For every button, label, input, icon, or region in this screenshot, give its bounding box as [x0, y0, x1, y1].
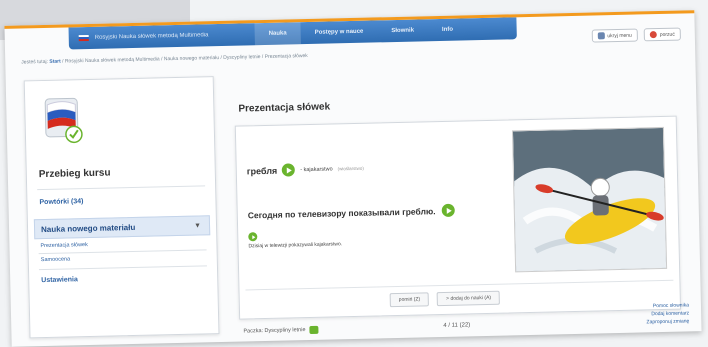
word-russian: гребля [246, 165, 278, 176]
add-to-learning-button[interactable]: > dodaj do nauki (A) [437, 290, 501, 307]
abandon-label: porzuć [659, 31, 675, 38]
suggest-change-link[interactable]: Zaproponuj zmianę [559, 317, 689, 328]
hide-menu-button[interactable]: ukryj menu [591, 28, 638, 43]
breadcrumb-start-link[interactable]: Start [49, 59, 61, 65]
kayak-photo [511, 126, 668, 273]
footer-links: Pomoc słownika Dodaj komentarz Zaproponu… [559, 301, 690, 328]
chevron-down-icon: ▼ [194, 221, 202, 230]
word-extra: (wioślarstwo) [337, 165, 364, 172]
word-presentation-panel: гребля - kajakarstwo (wioślarstwo) Сегод… [234, 115, 682, 320]
tab-info[interactable]: Info [428, 18, 467, 41]
sidebar-item-label: Nauka nowego materiału [40, 222, 136, 234]
course-sidebar: Przebieg kursu Powtórki (34) Nauka noweg… [23, 76, 220, 339]
hide-menu-label: ukryj menu [607, 32, 632, 39]
tab-slownik[interactable]: Słownik [377, 19, 428, 42]
word-polish: - kajakarstwo [300, 165, 333, 173]
pager: 4 / 11 (22) [443, 322, 471, 329]
app-window: Rosyjski Nauka słówek metodą Multimedia … [4, 10, 702, 347]
package-badge-icon [309, 325, 319, 335]
breadcrumb-path[interactable]: / Rosyjski Nauka słówek metodą Multimedi… [62, 53, 308, 65]
divider [245, 279, 674, 291]
top-navigation-bar: Rosyjski Nauka słówek metodą Multimedia … [68, 17, 517, 50]
sidebar-item-new-material[interactable]: Nauka nowego materiału ▼ [33, 215, 211, 240]
sentence-russian: Сегодня по телевизору показывали греблю. [247, 205, 436, 220]
play-audio-icon[interactable] [282, 163, 296, 177]
course-title: Rosyjski Nauka słówek metodą Multimedia [94, 32, 209, 41]
breadcrumb-prefix: Jesteś tutaj: [21, 58, 49, 66]
tab-postepy[interactable]: Postępy w nauce [300, 20, 377, 44]
course-flag-icon [44, 97, 83, 144]
divider [37, 185, 206, 191]
stop-icon [649, 31, 657, 39]
sidebar-item-reviews[interactable]: Powtórki (34) [39, 198, 83, 206]
sentence-polish: Dzisiaj w telewizji pokazywali kajakarst… [248, 241, 343, 250]
example-sentence-row: Сегодня по телевизору показывали греблю. [247, 203, 455, 222]
abandon-button[interactable]: porzuć [643, 27, 681, 42]
tab-nauka[interactable]: Nauka [254, 22, 301, 46]
sentence-translation-row: Dzisiaj w telewizji pokazywali kajakarst… [248, 230, 342, 249]
divider [38, 265, 207, 271]
sidebar-item-settings[interactable]: Ustawienia [41, 276, 78, 284]
word-row: гребля - kajakarstwo (wioślarstwo) [247, 162, 364, 178]
package-info: Paczka: Dyscypliny letnie [243, 325, 319, 336]
play-translation-icon[interactable] [248, 232, 258, 242]
page-title: Prezentacja słówek [238, 101, 331, 115]
skip-button[interactable]: pomiń (Z) [389, 292, 430, 308]
divider [38, 249, 207, 255]
sidebar-title: Przebieg kursu [38, 167, 111, 181]
sidebar-subitem-self-assessment[interactable]: Samoocena [41, 256, 70, 263]
breadcrumb: Jesteś tutaj: Start / Rosyjski Nauka słó… [21, 47, 541, 68]
play-sentence-icon[interactable] [441, 203, 455, 217]
window-actions: ukryj menu porzuć [591, 27, 681, 43]
package-label: Paczka: Dyscypliny letnie [243, 327, 306, 335]
grid-icon [597, 32, 605, 40]
russian-flag-icon [78, 34, 89, 42]
sidebar-subitem-presentation[interactable]: Prezentacja słówek [40, 242, 88, 249]
action-buttons: pomiń (Z) > dodaj do nauki (A) [389, 290, 501, 308]
